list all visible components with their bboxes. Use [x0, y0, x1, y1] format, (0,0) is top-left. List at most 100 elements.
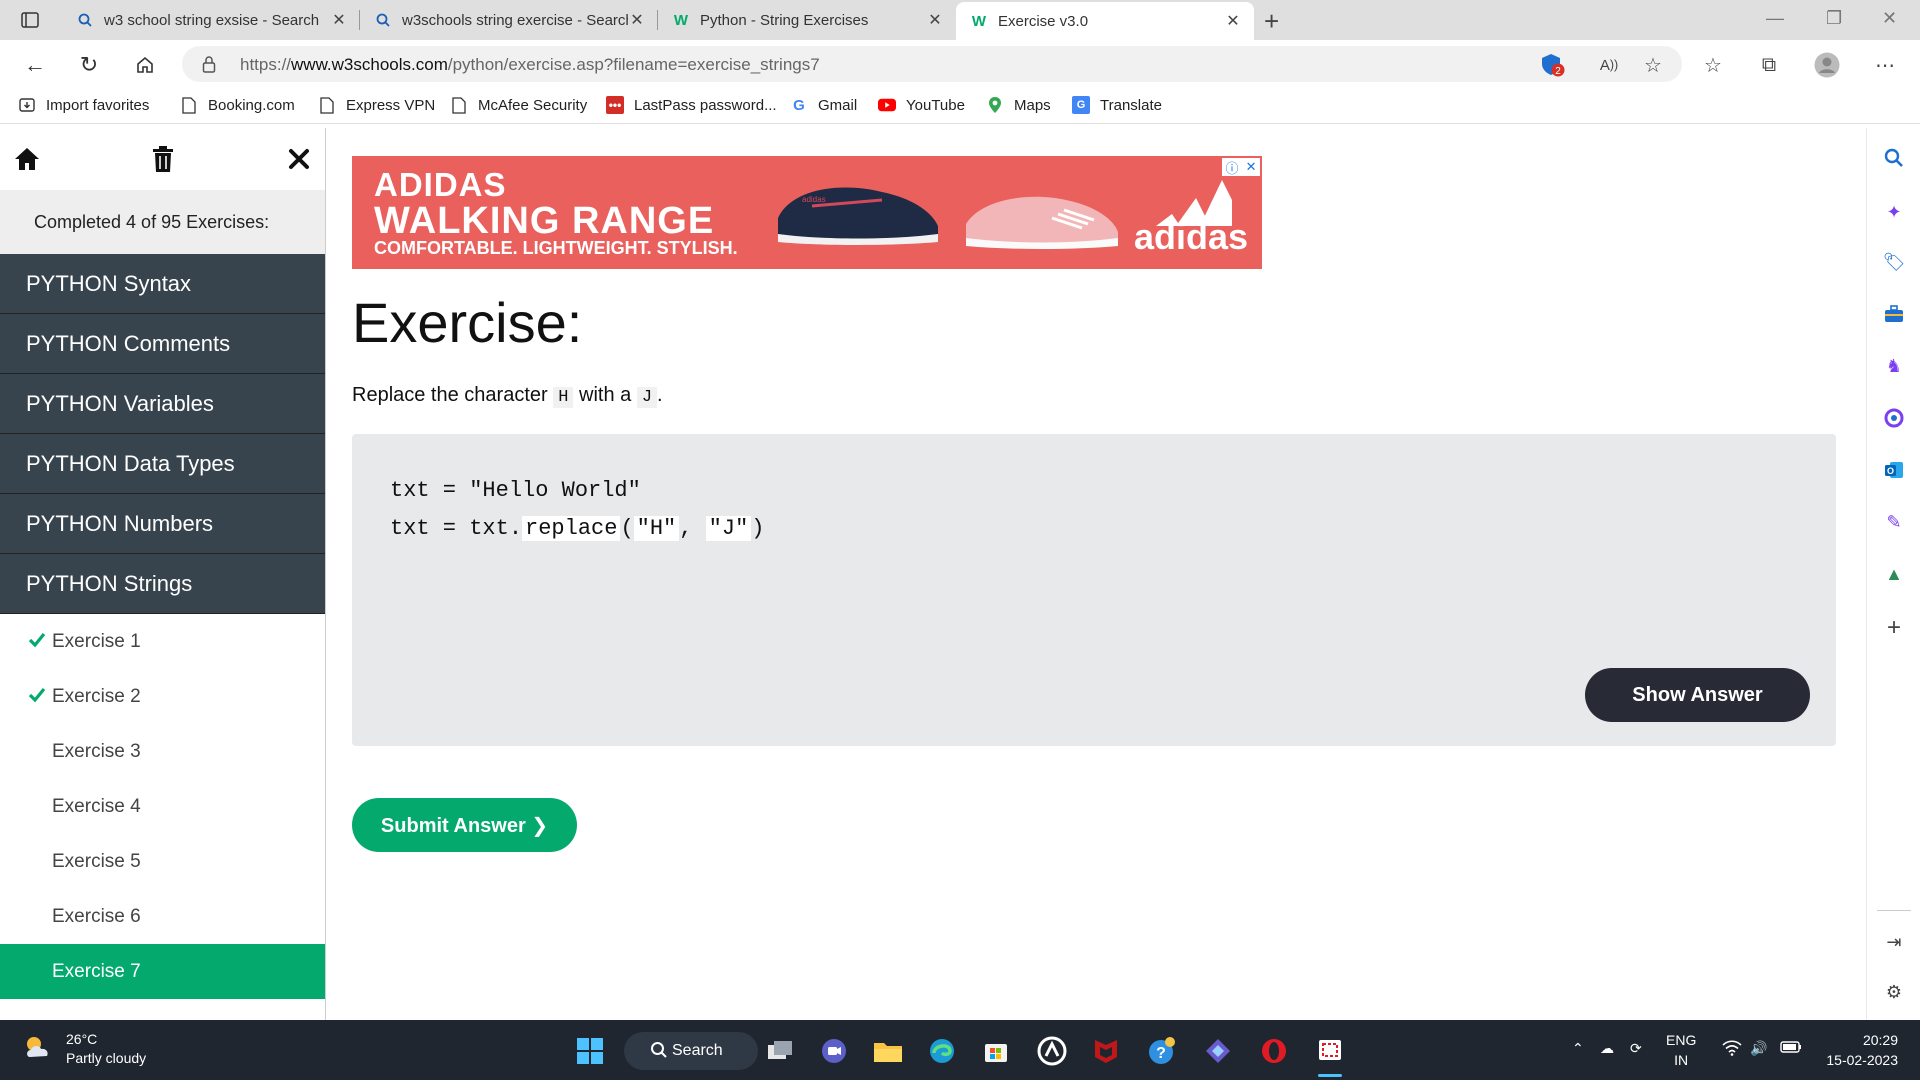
info-icon[interactable]: ⓘ	[1226, 158, 1239, 177]
teams-chat-icon[interactable]	[818, 1035, 850, 1067]
add-favorite-icon[interactable]: ☆	[1640, 52, 1666, 78]
microsoft365-icon[interactable]	[1882, 406, 1906, 430]
minimize-icon[interactable]: —	[1766, 8, 1784, 29]
sidebar-category-comments[interactable]: PYTHON Comments	[0, 314, 325, 374]
tools-briefcase-icon[interactable]	[1882, 302, 1906, 326]
more-menu-icon[interactable]: ⋯	[1872, 52, 1898, 78]
snipping-tool-icon[interactable]	[1314, 1035, 1346, 1067]
file-explorer-icon[interactable]	[872, 1035, 904, 1067]
windows-taskbar: 26°C Partly cloudy Search ? ⌃ ☁ ⟳ ENGIN	[0, 1020, 1920, 1080]
answer-field-new-char[interactable]: "J"	[705, 516, 752, 541]
sidebar-exercise-3[interactable]: Exercise 3	[0, 724, 325, 779]
fav-label: YouTube	[906, 96, 965, 114]
taskbar-search-box[interactable]: Search	[624, 1032, 758, 1070]
onedrive-cloud-icon[interactable]: ☁	[1600, 1040, 1614, 1057]
collections-icon[interactable]: ⧉	[1756, 52, 1782, 78]
restore-icon[interactable]: ❐	[1826, 8, 1842, 29]
close-tab-icon[interactable]: ✕	[1224, 11, 1242, 31]
sync-icon[interactable]: ⟳	[1630, 1040, 1642, 1057]
close-tab-icon[interactable]: ✕	[628, 10, 646, 30]
new-tab-icon[interactable]: +	[1264, 6, 1279, 37]
sidebar-category-variables[interactable]: PYTHON Variables	[0, 374, 325, 434]
task-view-icon[interactable]	[764, 1035, 796, 1067]
home-icon[interactable]	[130, 50, 160, 80]
hide-sidebar-icon[interactable]: ⇥	[1882, 930, 1906, 954]
fav-label: LastPass password...	[634, 96, 777, 114]
submit-answer-button[interactable]: Submit Answer ❯	[352, 798, 577, 852]
help-icon[interactable]: ?	[1146, 1035, 1178, 1067]
copilot-sparkle-icon[interactable]: ✦	[1882, 200, 1906, 224]
svg-text:?: ?	[1156, 1045, 1166, 1062]
ad-choices-icon[interactable]: ⓘ ✕	[1222, 158, 1260, 176]
microsoft-store-icon[interactable]	[980, 1035, 1012, 1067]
tab-w3-school-search[interactable]: w3 school string exsise - Search ✕	[62, 0, 360, 40]
close-ad-icon[interactable]: ✕	[1246, 159, 1257, 175]
exercise-label: Exercise 3	[52, 740, 141, 762]
close-tab-icon[interactable]: ✕	[330, 10, 348, 30]
fav-express-vpn[interactable]: Express VPN	[318, 96, 435, 114]
fav-gmail[interactable]: G Gmail	[790, 96, 857, 114]
sidebar-exercise-6[interactable]: Exercise 6	[0, 889, 325, 944]
fav-maps[interactable]: Maps	[986, 96, 1051, 114]
sidebar-exercise-4[interactable]: Exercise 4	[0, 779, 325, 834]
games-icon[interactable]: ♞	[1882, 354, 1906, 378]
close-tab-icon[interactable]: ✕	[926, 10, 944, 30]
profile-avatar[interactable]	[1814, 52, 1840, 78]
app-circle-icon[interactable]	[1036, 1035, 1068, 1067]
fav-mcafee-security[interactable]: McAfee Security	[450, 96, 587, 114]
answer-field-method[interactable]: replace	[522, 516, 621, 541]
language-indicator[interactable]: ENG IN	[1666, 1030, 1696, 1070]
tree-icon[interactable]: ▲	[1882, 562, 1906, 586]
close-icon[interactable]	[282, 142, 316, 176]
sidebar-category-syntax[interactable]: PYTHON Syntax	[0, 254, 325, 314]
volume-icon[interactable]: 🔊	[1750, 1040, 1767, 1057]
sidebar-exercise-7[interactable]: Exercise 7	[0, 944, 325, 999]
code-line-1: txt = "Hello World"	[390, 478, 641, 503]
opera-browser-icon[interactable]	[1258, 1035, 1290, 1067]
show-answer-button[interactable]: Show Answer	[1585, 668, 1810, 722]
designer-icon[interactable]: ✎	[1882, 510, 1906, 534]
outlook-icon[interactable]: O	[1882, 458, 1906, 482]
tab-actions-icon[interactable]	[12, 8, 48, 32]
sidebar-exercise-2[interactable]: Exercise 2	[0, 669, 325, 724]
battery-icon[interactable]	[1780, 1040, 1802, 1057]
add-sidebar-app-icon[interactable]: +	[1882, 614, 1906, 641]
answer-field-old-char[interactable]: "H"	[633, 516, 680, 541]
system-clock[interactable]: 20:29 15-02-2023	[1826, 1030, 1898, 1070]
edge-browser-icon[interactable]	[926, 1035, 958, 1067]
sidebar-exercise-1[interactable]: Exercise 1	[0, 614, 325, 669]
fav-translate[interactable]: G Translate	[1072, 96, 1162, 114]
search-icon[interactable]	[1882, 146, 1906, 170]
url-field[interactable]: https://www.w3schools.com/python/exercis…	[182, 46, 1682, 82]
settings-gear-icon[interactable]: ⚙	[1882, 980, 1906, 1004]
tab-exercise-v3[interactable]: W Exercise v3.0 ✕	[956, 2, 1254, 40]
trash-icon[interactable]	[146, 142, 180, 176]
fav-import-favorites[interactable]: Import favorites	[18, 96, 149, 114]
mcafee-icon[interactable]	[1090, 1035, 1122, 1067]
refresh-icon[interactable]: ↻	[74, 50, 104, 80]
adidas-ad-banner[interactable]: ADIDAS WALKING RANGE COMFORTABLE. LIGHTW…	[352, 156, 1262, 269]
home-icon[interactable]	[10, 142, 44, 176]
tab-w3schools-search[interactable]: w3schools string exercise - Search ✕	[360, 0, 658, 40]
sidebar-category-strings[interactable]: PYTHON Strings	[0, 554, 325, 614]
page-icon	[318, 96, 336, 114]
exercise-label: Exercise 2	[52, 685, 141, 707]
wifi-icon[interactable]	[1722, 1040, 1742, 1059]
tracker-prevention-icon[interactable]: 2	[1540, 52, 1566, 78]
fav-booking[interactable]: Booking.com	[180, 96, 295, 114]
shopping-tag-icon[interactable]: 🏷	[1882, 250, 1906, 274]
favorites-icon[interactable]: ☆	[1700, 52, 1726, 78]
weather-widget[interactable]: 26°C Partly cloudy	[22, 1030, 146, 1068]
read-aloud-icon[interactable]: A))	[1596, 52, 1622, 78]
sidebar-category-numbers[interactable]: PYTHON Numbers	[0, 494, 325, 554]
sidebar-category-data-types[interactable]: PYTHON Data Types	[0, 434, 325, 494]
fav-lastpass[interactable]: ••• LastPass password...	[606, 96, 777, 114]
back-arrow-icon[interactable]: ←	[20, 50, 50, 80]
close-window-icon[interactable]: ✕	[1882, 8, 1897, 29]
windows-start-icon[interactable]	[574, 1035, 606, 1067]
tab-python-string-exercises[interactable]: W Python - String Exercises ✕	[658, 0, 956, 40]
fav-youtube[interactable]: YouTube	[878, 96, 965, 114]
show-hidden-icons-chevron-icon[interactable]: ⌃	[1572, 1040, 1584, 1057]
sidebar-exercise-5[interactable]: Exercise 5	[0, 834, 325, 889]
app-diamond-icon[interactable]	[1202, 1035, 1234, 1067]
